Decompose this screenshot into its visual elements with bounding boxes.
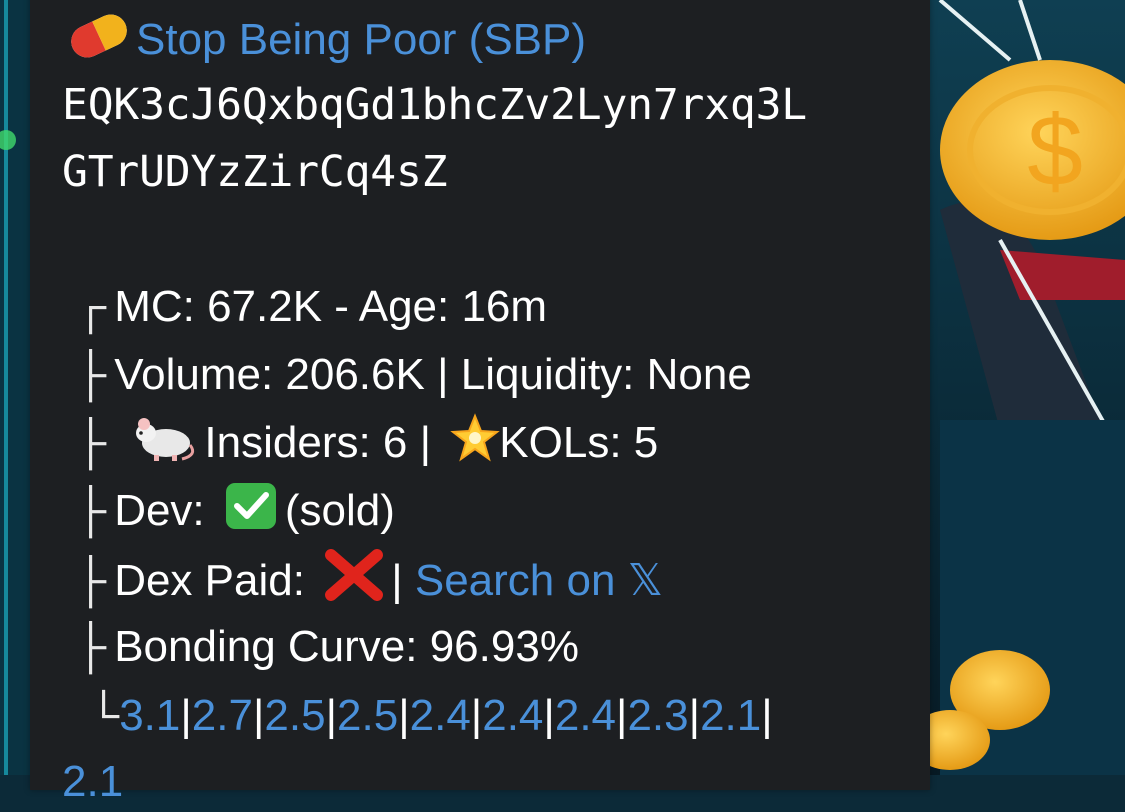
token-address-line-1[interactable]: EQK3cJ6QxbqGd1bhcZv2Lyn7rxq3L bbox=[62, 75, 807, 135]
bonding-curve-text: Bonding Curve: 96.93% bbox=[114, 622, 579, 671]
holder-separator: | bbox=[688, 691, 701, 740]
holder-link[interactable]: 2.5 bbox=[337, 691, 398, 740]
mc-age-row: ┌ MC: 67.2K - Age: 16m bbox=[75, 277, 547, 337]
holder-separator: | bbox=[398, 691, 410, 740]
token-header: Stop Being Poor (SBP) bbox=[62, 10, 586, 70]
check-icon bbox=[225, 483, 276, 529]
holder-separator: | bbox=[616, 691, 628, 740]
dev-row: ├ Dev: (sold) bbox=[75, 481, 395, 541]
insiders-row: ├ Insiders: 6 | KOLs: 5 bbox=[75, 413, 658, 473]
svg-text:$: $ bbox=[1027, 95, 1083, 207]
volume-row: ├ Volume: 206.6K | Liquidity: None bbox=[75, 345, 752, 405]
volume-liquidity-text: Volume: 206.6K | Liquidity: None bbox=[114, 350, 752, 399]
insiders-text: Insiders: 6 | bbox=[204, 418, 432, 467]
tree-connector: ├ bbox=[75, 555, 107, 606]
holder-link[interactable]: 2.3 bbox=[627, 691, 688, 740]
tree-connector-last: └ bbox=[88, 690, 120, 741]
holder-separator: | bbox=[543, 691, 555, 740]
cross-icon bbox=[325, 549, 384, 601]
tree-connector: ├ bbox=[75, 485, 107, 536]
holder-separator: | bbox=[761, 691, 773, 740]
dev-status: (sold) bbox=[284, 486, 395, 535]
tree-connector: ├ bbox=[75, 417, 107, 468]
bonding-curve-row: ├ Bonding Curve: 96.93% bbox=[75, 617, 579, 677]
holder-separator: | bbox=[470, 691, 483, 740]
tree-connector-first: ┌ bbox=[75, 281, 107, 332]
kols-text: KOLs: 5 bbox=[499, 418, 659, 467]
holder-link[interactable]: 2.7 bbox=[192, 691, 253, 740]
holders-row: └3.1|2.7|2.5|2.5|2.4|2.4|2.4|2.3|2.1| bbox=[88, 686, 773, 746]
holder-separator: | bbox=[325, 691, 338, 740]
holder-separator: | bbox=[252, 691, 265, 740]
holder-link[interactable]: 3.1 bbox=[119, 691, 180, 740]
rat-icon bbox=[136, 418, 195, 461]
mc-age-text: MC: 67.2K - Age: 16m bbox=[114, 282, 548, 331]
pill-icon bbox=[71, 14, 127, 58]
tree-connector: ├ bbox=[75, 621, 107, 672]
holder-link[interactable]: 2.4 bbox=[555, 691, 616, 740]
holder-link[interactable]: 2.1 bbox=[700, 691, 761, 740]
dex-paid-label: Dex Paid: bbox=[114, 556, 305, 605]
holder-link[interactable]: 2.5 bbox=[264, 691, 325, 740]
star-icon bbox=[450, 413, 501, 462]
holders-next-row: 2.1 bbox=[62, 752, 123, 812]
tree-connector: ├ bbox=[75, 349, 107, 400]
token-name-link[interactable]: Stop Being Poor (SBP) bbox=[136, 15, 586, 64]
holder-link[interactable]: 2.4 bbox=[482, 691, 543, 740]
holder-link[interactable]: 2.4 bbox=[410, 691, 471, 740]
holder-link[interactable]: 2.1 bbox=[62, 757, 123, 806]
search-on-x-link[interactable]: Search on 𝕏 bbox=[415, 556, 663, 605]
separator: | bbox=[391, 556, 403, 605]
holders-list: 3.1|2.7|2.5|2.5|2.4|2.4|2.4|2.3|2.1| bbox=[119, 691, 772, 740]
token-address-line-2[interactable]: GTrUDYzZirCq4sZ bbox=[62, 142, 448, 202]
holder-separator: | bbox=[180, 691, 192, 740]
dex-paid-row: ├ Dex Paid: | Search on 𝕏 bbox=[75, 549, 663, 611]
dev-label: Dev: bbox=[114, 486, 205, 535]
